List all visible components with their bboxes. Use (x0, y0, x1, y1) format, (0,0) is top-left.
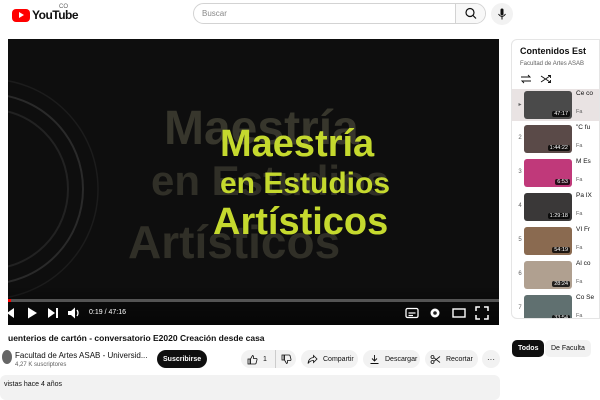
playlist-item-duration: 6:53 (555, 179, 570, 185)
playlist-item-channel: Fa (576, 279, 583, 285)
youtube-logo[interactable]: YouTube (12, 8, 79, 22)
playlist-item[interactable]: 7 33:54 Co Se Fa (512, 293, 599, 319)
description-box[interactable] (0, 375, 500, 400)
logo-text: YouTube (32, 8, 79, 22)
playlist-item-title: M Es (576, 158, 591, 165)
search-input[interactable] (194, 4, 456, 23)
chip-all[interactable]: Todos (512, 340, 545, 357)
playlist-item-duration: 1:44:22 (547, 145, 570, 151)
subscribe-button[interactable]: Suscribirse (157, 350, 207, 368)
settings-gear-icon[interactable] (427, 305, 443, 321)
playlist-item-channel: Fa (576, 143, 583, 149)
playlist-item-thumbnail: 54:19 (524, 227, 572, 255)
playlist-item[interactable]: 5 54:19 VI Fr Fa (512, 225, 599, 257)
playlist-item-duration: 1:29:18 (547, 213, 570, 219)
like-dislike-group: 1 (241, 350, 296, 368)
playlist-item-title: Pa IX (576, 192, 592, 199)
playlist-item[interactable]: ▸ 47:17 Ce co Fa (512, 89, 599, 121)
playlist-item-channel: Fa (576, 177, 583, 183)
playlist-item-duration: 28:24 (552, 281, 570, 287)
description-meta: vistas hace 4 años (4, 381, 62, 388)
download-button[interactable]: Descargar (363, 350, 420, 368)
playlist-item-channel: Fa (576, 109, 583, 115)
playlist-item-index: 3 (518, 169, 522, 175)
slide-title-line3: Artísticos (213, 201, 389, 243)
slide-title-line1: Maestría (220, 123, 375, 165)
playlist-item-duration: 54:19 (552, 247, 570, 253)
playlist-item-index: 7 (518, 305, 522, 311)
voice-search-button[interactable] (491, 3, 513, 25)
video-player[interactable]: Maestría en Estudios Artísticos Maestría… (8, 39, 499, 325)
playlist-item-thumbnail: 6:53 (524, 159, 572, 187)
previous-icon[interactable] (8, 305, 18, 321)
play-icon[interactable] (24, 305, 40, 321)
progress-fill (8, 299, 12, 302)
shuffle-icon[interactable] (540, 74, 552, 84)
playlist-item-index: ▸ (518, 102, 522, 108)
playlist-panel: Contenidos Est Facultad de Artes ASAB ▸ 4… (511, 39, 600, 319)
volume-icon[interactable] (66, 305, 82, 321)
playlist-item[interactable]: 3 6:53 M Es Fa (512, 157, 599, 189)
playlist-item-thumbnail: 47:17 (524, 91, 572, 119)
playlist-item-title: Al co (576, 260, 591, 267)
slide-title-line2: en Estudios (220, 167, 391, 200)
fullscreen-icon[interactable] (474, 305, 490, 321)
playlist-item-index: 6 (518, 271, 522, 277)
share-label: Compartir (323, 355, 354, 363)
theater-mode-icon[interactable] (451, 305, 467, 321)
playlist-item-thumbnail: 1:44:22 (524, 125, 572, 153)
more-actions-button[interactable]: ··· (482, 350, 500, 368)
search-button[interactable] (455, 4, 485, 23)
playlist-item-thumbnail: 28:24 (524, 261, 572, 289)
download-icon (370, 354, 379, 364)
like-button[interactable]: 1 (241, 350, 276, 368)
playlist-item-duration: 47:17 (552, 111, 570, 117)
playlist-item-index: 4 (518, 203, 522, 209)
playlist-item-title: Co Se (576, 294, 595, 301)
playlist-channel[interactable]: Facultad de Artes ASAB (520, 61, 584, 67)
playlist-item-thumbnail: 1:29:18 (524, 193, 572, 221)
scissors-icon (430, 354, 441, 364)
download-label: Descargar (385, 355, 418, 363)
playlist-item-channel: Fa (576, 211, 583, 217)
thumbs-down-icon (281, 354, 291, 364)
subtitles-icon[interactable] (404, 305, 420, 321)
share-icon (307, 354, 318, 364)
playlist-item-title: VI Fr (576, 226, 591, 233)
playlist-item-thumbnail: 33:54 (524, 295, 572, 319)
channel-avatar[interactable] (2, 350, 12, 364)
playlist-item-title: "C fu (576, 124, 591, 131)
decorative-rings (8, 80, 99, 298)
clip-label: Recortar (446, 355, 473, 363)
next-icon[interactable] (45, 305, 61, 321)
loop-icon[interactable] (520, 74, 532, 84)
thumbs-up-icon (247, 354, 258, 364)
search-box (193, 3, 486, 24)
share-button[interactable]: Compartir (301, 350, 358, 368)
playlist-title[interactable]: Contenidos Est (520, 46, 586, 56)
top-bar: YouTube CO (0, 0, 600, 30)
time-display: 0:19 / 47:16 (89, 309, 126, 316)
playlist-item-title: Ce co (576, 90, 593, 97)
playlist-item-channel: Fa (576, 313, 583, 319)
playlist-item-index: 5 (518, 237, 522, 243)
youtube-play-icon (12, 8, 30, 22)
playlist-item-channel: Fa (576, 245, 583, 251)
like-count: 1 (263, 355, 267, 363)
progress-bar[interactable] (8, 299, 499, 302)
playlist-item-duration: 33:54 (552, 315, 570, 319)
video-title: uenterios de cartón - conversatorio E202… (8, 333, 265, 343)
subscriber-count: 4,27 K suscriptores (15, 362, 67, 368)
chip-faculty[interactable]: De Faculta (545, 340, 591, 357)
microphone-icon (498, 8, 506, 20)
dislike-button[interactable] (276, 350, 296, 368)
country-code: CO (59, 4, 68, 10)
playlist-item[interactable]: 2 1:44:22 "C fu Fa (512, 123, 599, 155)
playlist-item[interactable]: 4 1:29:18 Pa IX Fa (512, 191, 599, 223)
playlist-item-index: 2 (518, 135, 522, 141)
channel-name[interactable]: Facultad de Artes ASAB - Universid... (15, 351, 148, 360)
playlist-item[interactable]: 6 28:24 Al co Fa (512, 259, 599, 291)
clip-button[interactable]: Recortar (425, 350, 478, 368)
search-icon (465, 7, 477, 19)
